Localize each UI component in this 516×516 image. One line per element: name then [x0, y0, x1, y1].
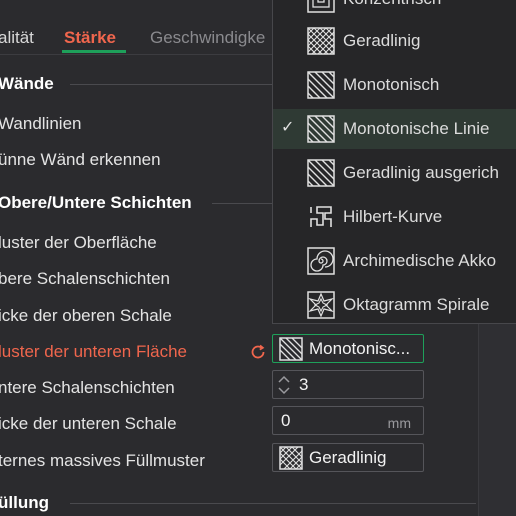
tab-speed[interactable]: Geschwindigke	[150, 28, 265, 48]
dropdown-item-label: Monotonische Linie	[343, 119, 490, 138]
dropdown-item-label: Geradlinig ausgerich	[343, 163, 499, 182]
rectilinear-pattern-icon	[307, 27, 335, 55]
dropdown-item-label: Hilbert-Kurve	[343, 207, 443, 226]
dropdown-item[interactable]: Geradlinig ausgerich	[273, 153, 516, 193]
monotonic-line-pattern-icon	[279, 337, 303, 361]
aligned-rectilinear-pattern-icon	[307, 159, 335, 187]
bottom-thickness-unit: mm	[387, 415, 411, 431]
dropdown-item-label: Archimedische Akko	[343, 251, 497, 270]
bottom-layers-spinbox[interactable]: 3	[272, 370, 424, 399]
rectilinear-pattern-icon	[279, 446, 303, 470]
bottom-layers-value: 3	[299, 375, 309, 394]
dropdown-item[interactable]: Oktagramm Spirale	[273, 285, 516, 325]
active-tab-indicator	[62, 50, 126, 53]
section-divider	[70, 503, 476, 504]
bottom-pattern-select[interactable]: Monotonisc...	[272, 334, 424, 363]
internal-fill-select[interactable]: Geradlinig	[272, 443, 424, 472]
octagram-spiral-pattern-icon	[307, 291, 335, 319]
spin-arrows-icon[interactable]	[277, 373, 291, 397]
tab-quality[interactable]: alität	[0, 28, 34, 48]
top-pattern-label: luster der Oberfläche	[0, 233, 157, 252]
bottom-pattern-value: Monotonisc...	[309, 339, 411, 358]
section-infill-title: üllung	[0, 493, 49, 512]
preview-panel	[478, 320, 516, 516]
top-thickness-label: icke der oberen Schale	[0, 306, 172, 325]
dropdown-item-label: Konzentrisch	[343, 0, 441, 9]
wall-lines-label: Wandlinien	[0, 114, 82, 133]
hilbert-curve-pattern-icon	[310, 206, 332, 227]
thin-walls-label: ünne Wänd erkennen	[0, 150, 161, 169]
dropdown-item-label: Oktagramm Spirale	[343, 295, 490, 314]
bottom-thickness-input[interactable]: 0 mm	[272, 406, 424, 435]
monotonic-pattern-icon	[307, 71, 335, 99]
dropdown-item[interactable]: Geradlinig	[273, 21, 516, 61]
concentric-pattern-icon	[307, 0, 335, 13]
internal-fill-label: ternes massives Füllmuster	[0, 451, 205, 470]
check-icon: ✓	[281, 119, 295, 136]
bottom-pattern-label: luster der unteren Fläche	[0, 342, 187, 361]
pattern-dropdown-list[interactable]: Konzentrisch Geradlinig Monotonisch ✓ Mo…	[272, 0, 516, 324]
bottom-thickness-value: 0	[281, 411, 291, 430]
section-walls-title: Wände	[0, 74, 54, 93]
dropdown-item-selected[interactable]: ✓ Monotonische Linie	[273, 109, 516, 149]
dropdown-item[interactable]: Hilbert-Kurve	[273, 197, 516, 237]
tab-strength[interactable]: Stärke	[64, 28, 116, 48]
bottom-layers-label: ntere Schalenschichten	[0, 378, 175, 397]
dropdown-item-label: Monotonisch	[343, 75, 440, 94]
dropdown-item[interactable]: Monotonisch	[273, 65, 516, 105]
monotonic-line-pattern-icon	[307, 115, 335, 143]
dropdown-item[interactable]: Konzentrisch	[273, 0, 516, 19]
top-layers-label: bere Schalenschichten	[0, 269, 171, 288]
archimedean-chords-pattern-icon	[307, 247, 335, 275]
dropdown-item[interactable]: Archimedische Akko	[273, 241, 516, 281]
reset-icon[interactable]	[248, 342, 268, 362]
section-top-bottom-title: Obere/Untere Schichten	[0, 193, 192, 212]
bottom-thickness-label: icke der unteren Schale	[0, 414, 177, 433]
internal-fill-value: Geradlinig	[309, 448, 387, 467]
dropdown-item-label: Geradlinig	[343, 31, 421, 50]
